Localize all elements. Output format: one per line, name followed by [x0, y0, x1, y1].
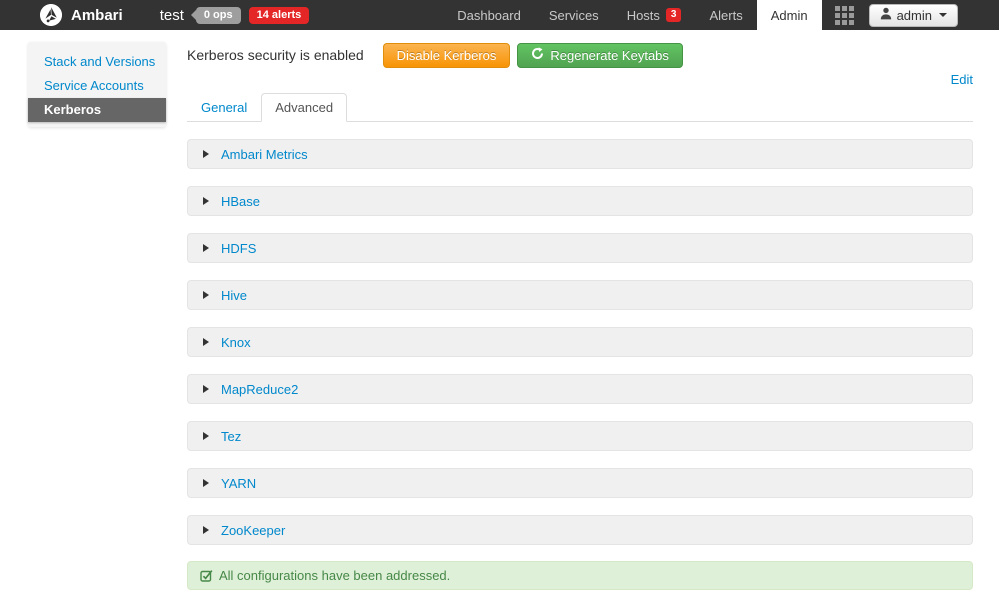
- section-zookeeper[interactable]: ZooKeeper: [187, 515, 973, 545]
- disable-kerberos-button[interactable]: Disable Kerberos: [382, 42, 511, 68]
- section-ambari-metrics[interactable]: Ambari Metrics: [187, 139, 973, 169]
- section-label: Ambari Metrics: [221, 146, 308, 162]
- tab-advanced[interactable]: Advanced: [261, 93, 348, 122]
- sidebar-item-label: Stack and Versions: [44, 54, 156, 69]
- section-label: YARN: [221, 475, 257, 491]
- sidebar-item-service-accounts[interactable]: Service Accounts: [28, 74, 166, 98]
- ambari-logo-icon: [40, 4, 62, 26]
- sidebar-item-kerberos[interactable]: Kerberos: [28, 98, 166, 122]
- tab-general[interactable]: General: [187, 93, 261, 122]
- grid-icon: [834, 5, 854, 25]
- section-label: HBase: [221, 193, 261, 209]
- regenerate-keytabs-button[interactable]: Regenerate Keytabs: [517, 42, 683, 68]
- section-tez[interactable]: Tez: [187, 421, 973, 451]
- views-menu-button[interactable]: [822, 0, 867, 30]
- caret-right-icon: [203, 432, 209, 440]
- section-label: Hive: [221, 287, 248, 303]
- brand[interactable]: Ambari: [40, 0, 123, 30]
- nav-label: Admin: [770, 7, 808, 23]
- user-icon: [880, 7, 892, 23]
- caret-right-icon: [203, 479, 209, 487]
- caret-right-icon: [203, 526, 209, 534]
- user-name: admin: [896, 7, 932, 23]
- nav-label: Services: [548, 7, 599, 23]
- nav-label: Dashboard: [457, 7, 521, 23]
- brand-name: Ambari: [71, 6, 123, 24]
- caret-right-icon: [203, 338, 209, 346]
- section-label: MapReduce2: [221, 381, 299, 397]
- nav-item-admin[interactable]: Admin: [756, 0, 822, 30]
- user-menu-button[interactable]: admin: [868, 3, 958, 27]
- caret-right-icon: [203, 385, 209, 393]
- cluster-info: test 0 ops 14 alerts: [160, 0, 310, 30]
- section-label: ZooKeeper: [221, 522, 286, 538]
- refresh-icon: [531, 47, 544, 63]
- section-hdfs[interactable]: HDFS: [187, 233, 973, 263]
- ops-count-badge[interactable]: 0 ops: [190, 6, 241, 24]
- kerberos-status-text: Kerberos security is enabled: [187, 47, 364, 63]
- cluster-name: test: [159, 6, 184, 24]
- section-mapreduce2[interactable]: MapReduce2: [187, 374, 973, 404]
- success-message: All configurations have been addressed.: [219, 568, 451, 583]
- checked-box-icon: [200, 569, 213, 582]
- top-navbar: Ambari test 0 ops 14 alerts Dashboard Se…: [0, 0, 999, 30]
- caret-right-icon: [203, 197, 209, 205]
- sidebar-item-stack-and-versions[interactable]: Stack and Versions: [28, 50, 166, 74]
- button-label: Regenerate Keytabs: [550, 47, 669, 63]
- sidebar-item-label: Service Accounts: [44, 78, 144, 93]
- nav-label: Hosts: [626, 7, 660, 23]
- kerberos-page: Kerberos security is enabled Disable Ker…: [187, 40, 973, 590]
- nav-item-hosts[interactable]: Hosts 3: [613, 0, 696, 30]
- section-hbase[interactable]: HBase: [187, 186, 973, 216]
- admin-sidebar: Stack and Versions Service Accounts Kerb…: [28, 42, 166, 127]
- edit-link[interactable]: Edit: [951, 72, 973, 87]
- sidebar-item-label: Kerberos: [44, 102, 102, 117]
- caret-right-icon: [203, 291, 209, 299]
- section-label: HDFS: [221, 240, 257, 256]
- nav-item-dashboard[interactable]: Dashboard: [443, 0, 535, 30]
- caret-right-icon: [203, 150, 209, 158]
- top-navigation: Dashboard Services Hosts 3 Alerts Admin: [443, 0, 999, 30]
- nav-item-services[interactable]: Services: [535, 0, 613, 30]
- section-knox[interactable]: Knox: [187, 327, 973, 357]
- service-config-accordion: Ambari Metrics HBase HDFS Hive Knox MapR…: [187, 139, 973, 545]
- caret-right-icon: [203, 244, 209, 252]
- nav-label: Alerts: [709, 7, 743, 23]
- section-label: Tez: [221, 428, 242, 444]
- config-tabs: General Advanced: [187, 93, 973, 122]
- section-hive[interactable]: Hive: [187, 280, 973, 310]
- config-success-alert: All configurations have been addressed.: [187, 561, 973, 590]
- nav-item-alerts[interactable]: Alerts: [695, 0, 756, 30]
- section-label: Knox: [221, 334, 251, 350]
- caret-down-icon: [939, 13, 947, 17]
- hosts-alert-badge: 3: [665, 8, 682, 22]
- alerts-count-badge[interactable]: 14 alerts: [248, 6, 310, 24]
- section-yarn[interactable]: YARN: [187, 468, 973, 498]
